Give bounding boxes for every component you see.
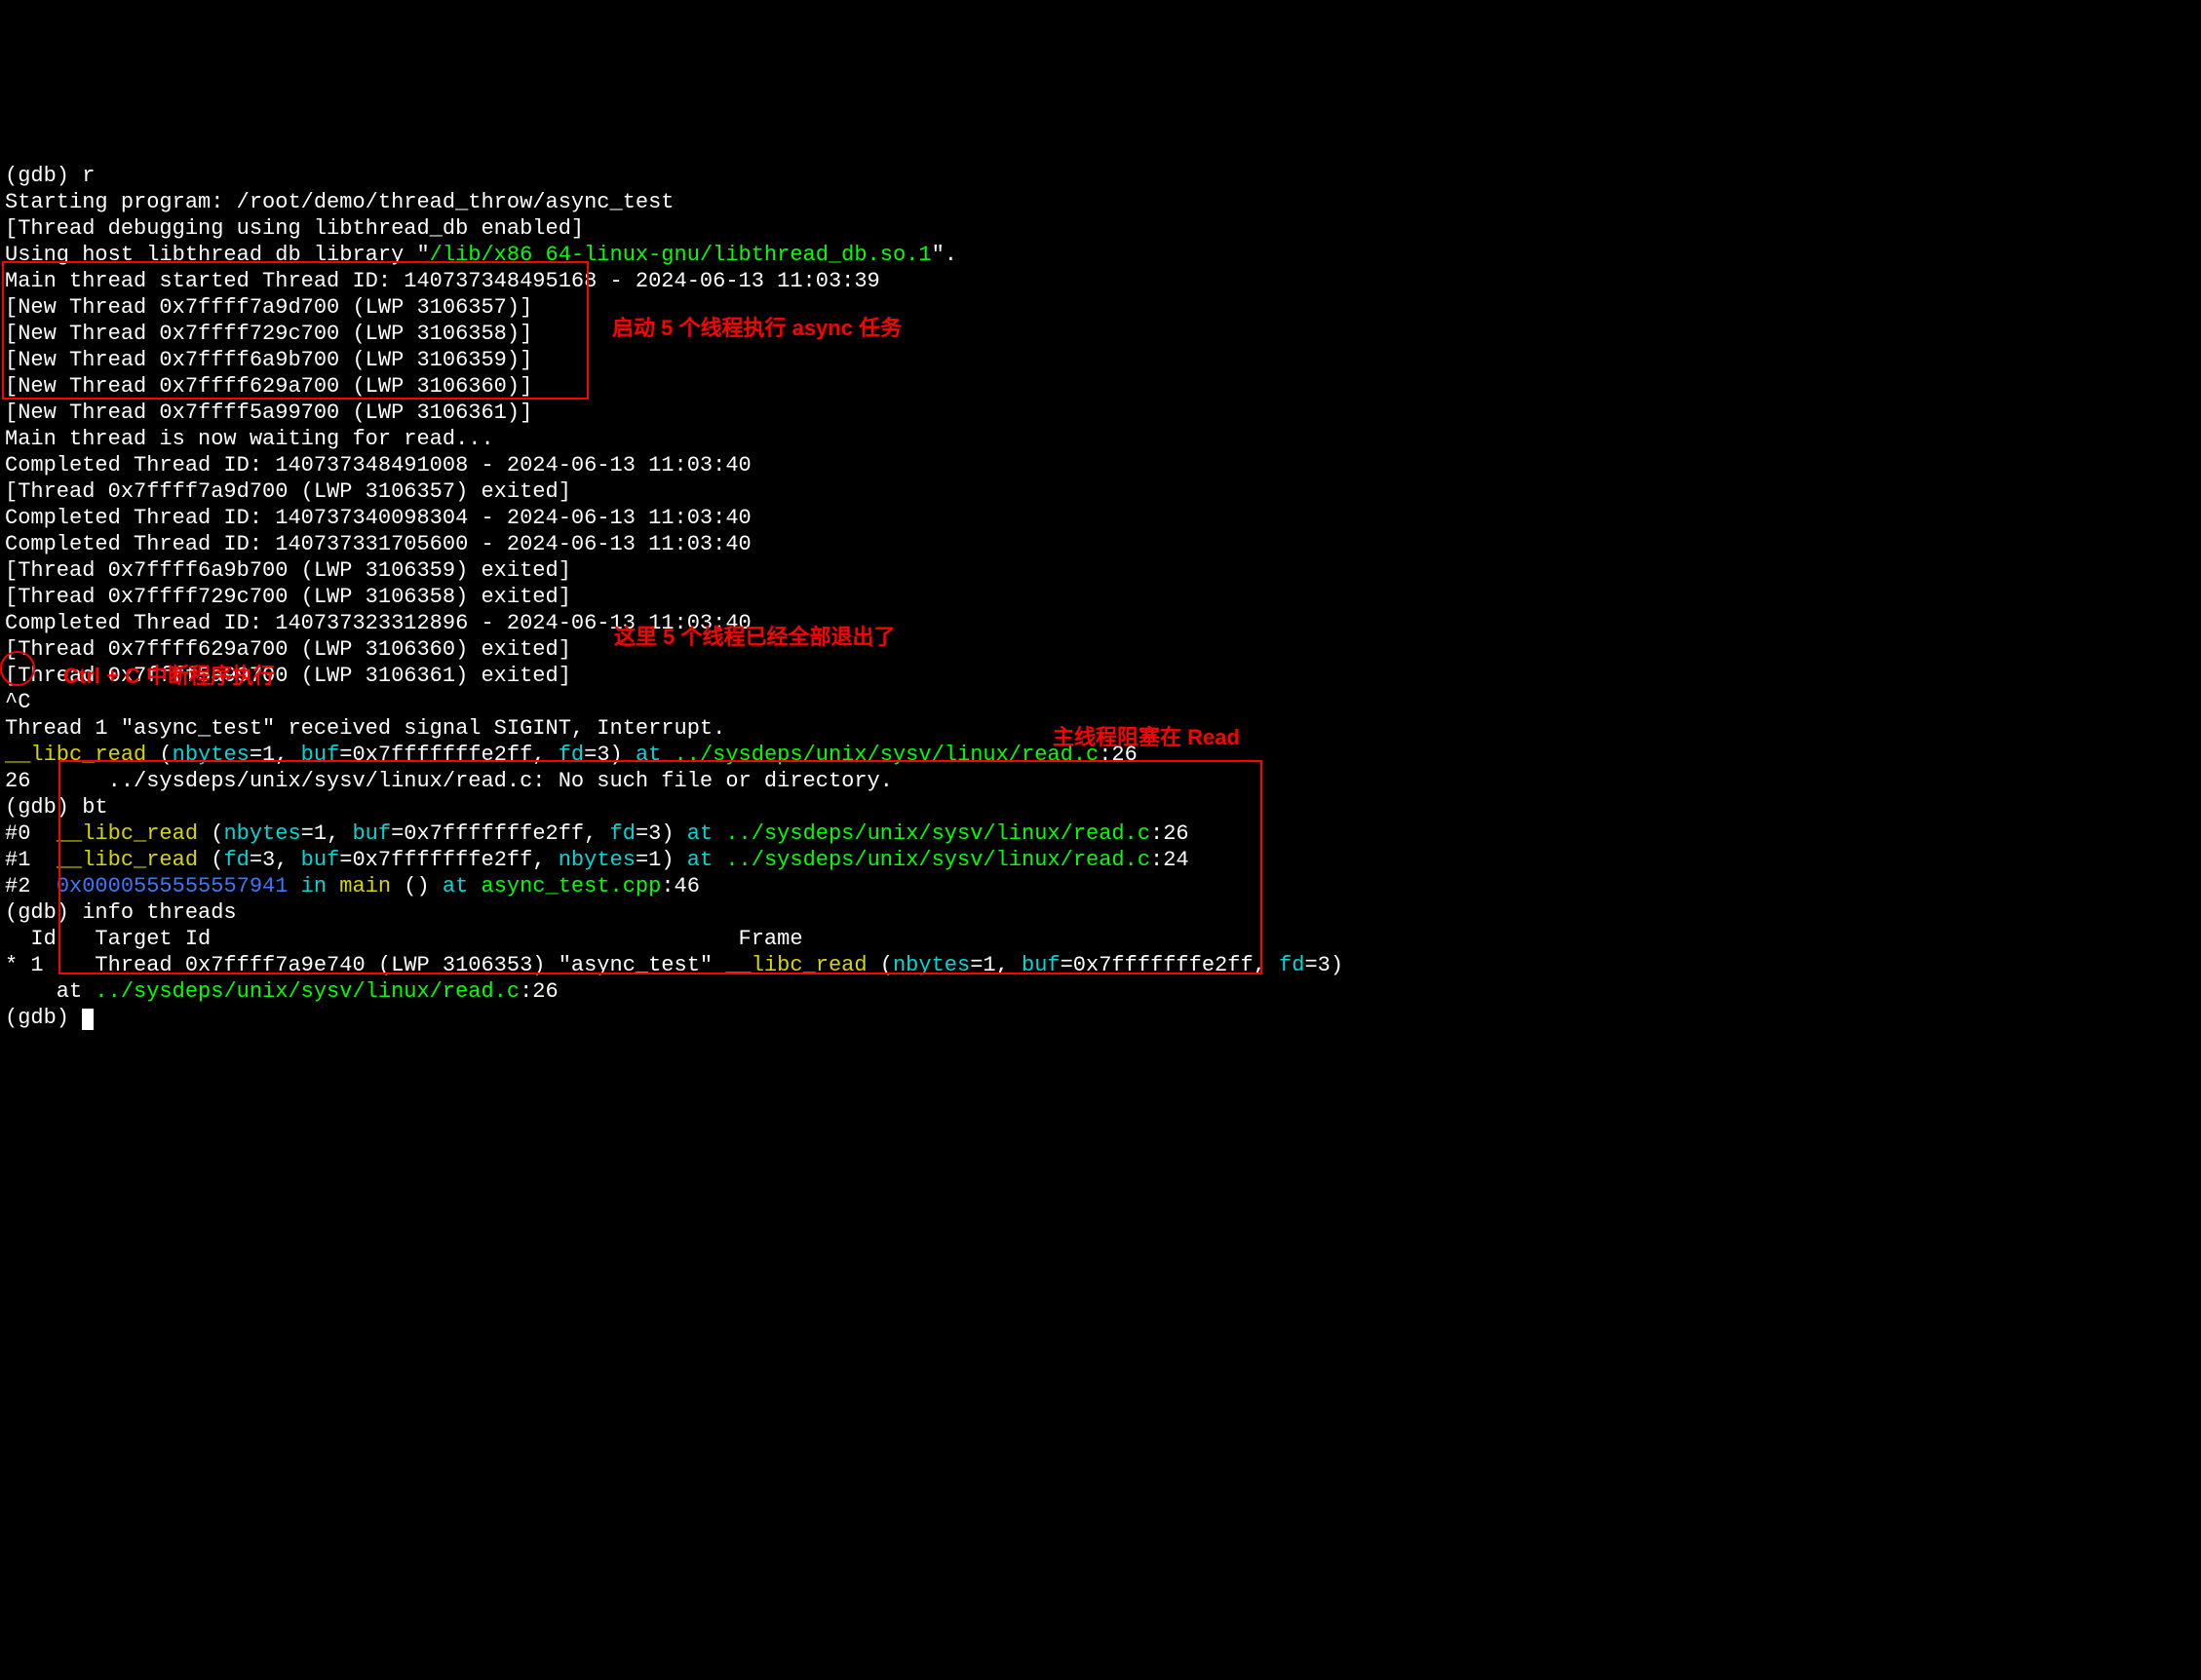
circle-ctrlc — [0, 651, 35, 686]
box-new-threads — [2, 261, 589, 400]
frame1-num: #1 — [5, 848, 57, 872]
completed-3: Completed Thread ID: 140737331705600 - 2… — [5, 532, 752, 556]
thread-exit-2: [Thread 0x7ffff6a9b700 (LWP 3106359) exi… — [5, 558, 571, 583]
using-host-post: ". — [932, 243, 957, 267]
thread-exit-3: [Thread 0x7ffff729c700 (LWP 3106358) exi… — [5, 585, 571, 609]
frame0-num: #0 — [5, 821, 57, 846]
starting-program: Starting program: /root/demo/thread_thro… — [5, 190, 675, 214]
annotation-ctrlc: Ctrl + C 中断程序执行 — [63, 663, 275, 689]
annotation-blocked-read: 主线程阻塞在 Read — [1053, 724, 1240, 750]
main-waiting: Main thread is now waiting for read... — [5, 427, 494, 451]
annotation-exited: 这里 5 个线程已经全部退出了 — [614, 624, 895, 650]
frame2-num: #2 — [5, 874, 57, 898]
gdb-end: (gdb) — [5, 1006, 82, 1030]
completed-2: Completed Thread ID: 140737340098304 - 2… — [5, 506, 752, 530]
completed-1: Completed Thread ID: 140737348491008 - 2… — [5, 453, 752, 477]
cursor-icon — [82, 1009, 94, 1030]
terminal-window[interactable]: (gdb) r Starting program: /root/demo/thr… — [0, 132, 2201, 1548]
thread-exit-4: [Thread 0x7ffff629a700 (LWP 3106360) exi… — [5, 637, 571, 662]
box-backtrace — [58, 760, 1262, 974]
annotation-start-threads: 启动 5 个线程执行 async 任务 — [612, 315, 902, 341]
at-bottom: at — [5, 979, 95, 1004]
thread-db-enabled: [Thread debugging using libthread_db ena… — [5, 216, 584, 241]
sigint-line: Thread 1 "async_test" received signal SI… — [5, 716, 725, 741]
t1-fd: fd — [1279, 953, 1304, 977]
eq3d: =3) — [1304, 953, 1356, 977]
thread-exit-1: [Thread 0x7ffff7a9d700 (LWP 3106357) exi… — [5, 479, 571, 504]
bottom-path: ../sysdeps/unix/sysv/linux/read.c — [95, 979, 520, 1004]
ctrl-c: ^C — [5, 690, 30, 714]
c26c: :26 — [520, 979, 559, 1004]
gdb-prompt-run: (gdb) r — [5, 164, 95, 188]
new-thread-5: [New Thread 0x7ffff5a99700 (LWP 3106361)… — [5, 401, 532, 425]
